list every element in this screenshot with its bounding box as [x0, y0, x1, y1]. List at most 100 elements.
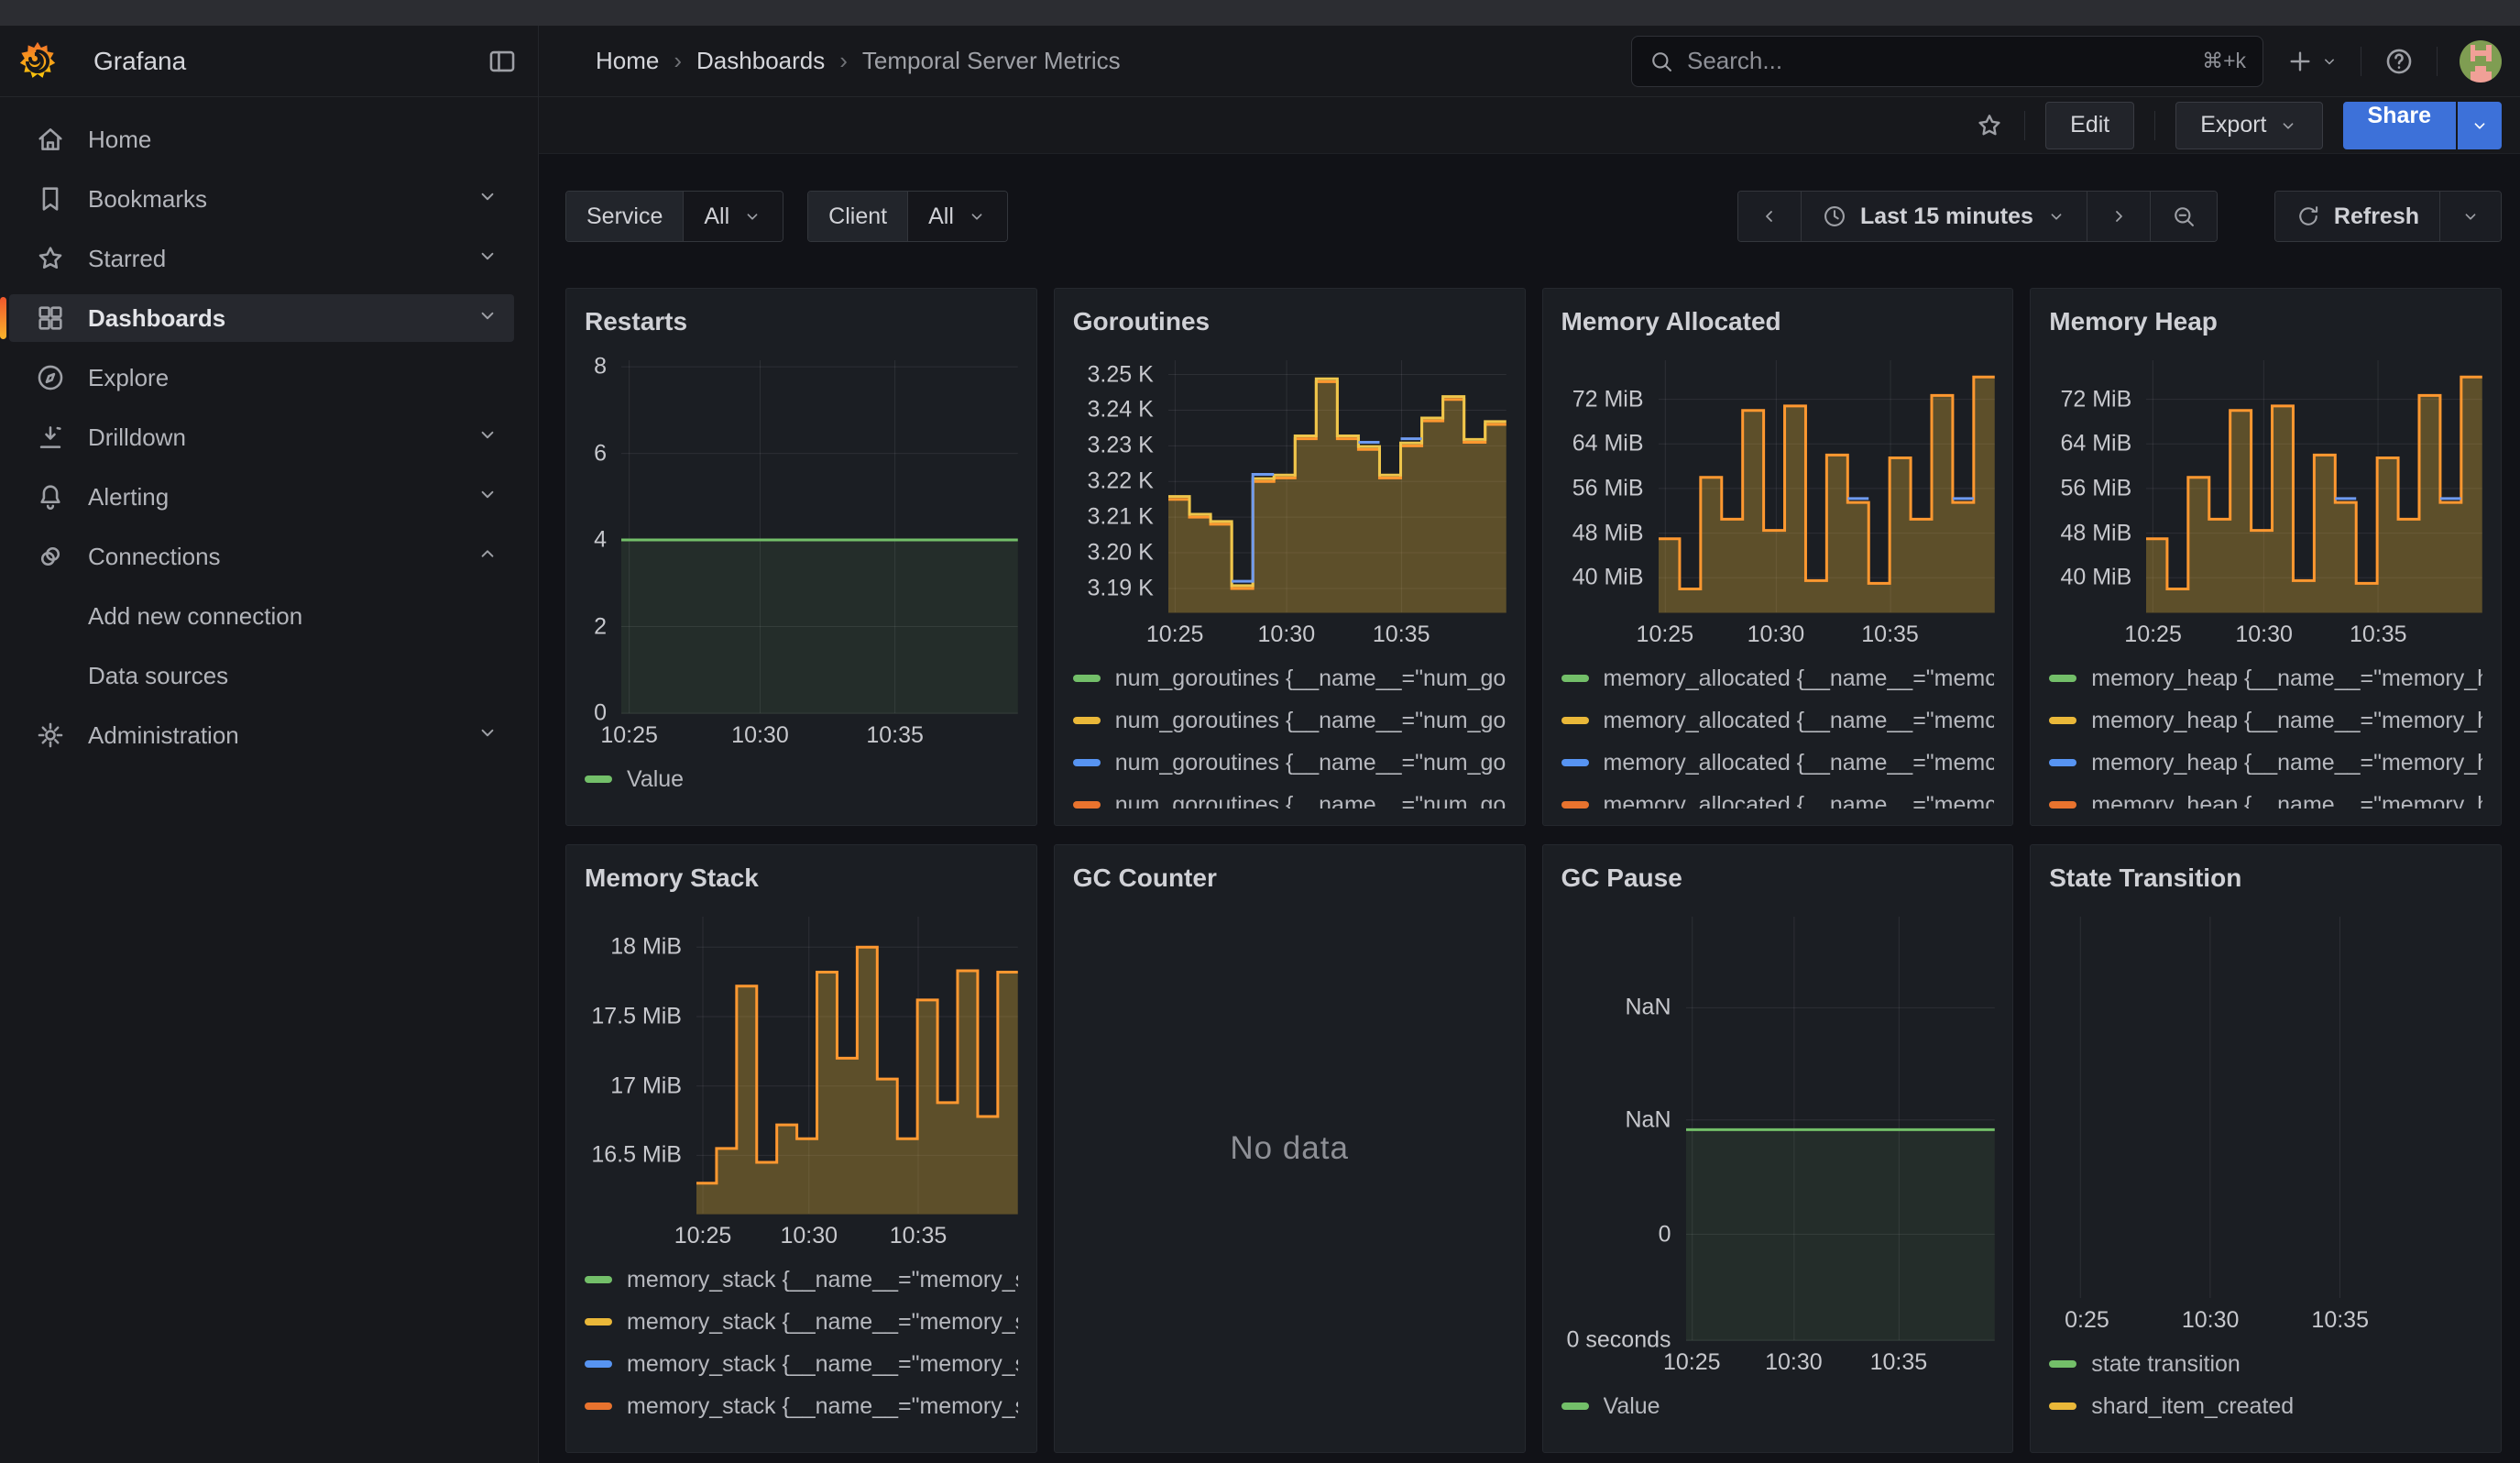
panel-goroutines: Goroutines 3.19 K3.20 K3.21 K3.22 K3.23 K… [1054, 288, 1526, 826]
panel-gc-counter: GC CounterNo data [1054, 844, 1526, 1453]
legend-item[interactable]: num_goroutines {__name__="num_go [1073, 708, 1507, 733]
panel-title[interactable]: State Transition [2049, 864, 2482, 893]
plot-area[interactable]: 40 MiB48 MiB56 MiB64 MiB72 MiB [2146, 360, 2482, 612]
grid-icon [35, 302, 66, 334]
help-icon[interactable] [2383, 46, 2415, 77]
legend-item[interactable]: shard_item_created [2049, 1393, 2482, 1419]
add-button[interactable] [2285, 47, 2339, 76]
filter-row: Service All Client All [565, 191, 2502, 242]
sidebar-item-label: Drilldown [88, 424, 186, 452]
sidebar-item-label: Home [88, 126, 151, 154]
sidebar-item-bookmarks[interactable]: Bookmarks [9, 175, 514, 223]
panel-title[interactable]: GC Pause [1561, 864, 1995, 893]
sidebar-item-connections[interactable]: Connections [9, 533, 514, 580]
y-axis-label: 3.22 K [1087, 468, 1153, 495]
grafana-logo [16, 40, 59, 82]
chevron-down-icon[interactable] [476, 303, 499, 334]
breadcrumb-separator: › [674, 47, 682, 75]
legend-item[interactable]: memory_stack {__name__="memory_s [585, 1309, 1018, 1335]
sidebar-item-alerting[interactable]: Alerting [9, 473, 514, 521]
breadcrumb-dashboards[interactable]: Dashboards [696, 47, 825, 75]
legend-item[interactable]: num_goroutines {__name__="num_go [1073, 750, 1507, 776]
zoom-out-icon [2171, 204, 2197, 229]
legend-item[interactable]: num_goroutines {__name__="num_go [1073, 792, 1507, 808]
plot-area[interactable]: 16.5 MiB17 MiB17.5 MiB18 MiB [696, 917, 1018, 1214]
sidebar-item-drilldown[interactable]: Drilldown [9, 413, 514, 461]
panel-title[interactable]: Memory Stack [585, 864, 1018, 893]
legend-item[interactable]: Value [1561, 1393, 1995, 1419]
plot-area[interactable]: 40 MiB48 MiB56 MiB64 MiB72 MiB [1659, 360, 1995, 612]
search-icon [1649, 49, 1674, 74]
sidebar-item-administration[interactable]: Administration [9, 711, 514, 759]
legend-item[interactable]: memory_stack {__name__="memory_s [585, 1351, 1018, 1377]
favorite-star-icon[interactable] [1975, 111, 2004, 140]
legend-item[interactable]: Value [585, 766, 1018, 792]
chevron-down-icon[interactable] [476, 482, 499, 512]
sidebar-item-home[interactable]: Home [9, 116, 514, 163]
legend-item[interactable]: memory_allocated {__name__="memc [1561, 792, 1995, 808]
share-menu-button[interactable] [2458, 102, 2502, 149]
sidebar-item-starred[interactable]: Starred [9, 235, 514, 282]
sidebar-item-explore[interactable]: Explore [9, 354, 514, 402]
y-axis-label: 48 MiB [1572, 520, 1644, 546]
plot-area[interactable]: 3.19 K3.20 K3.21 K3.22 K3.23 K3.24 K3.25… [1168, 360, 1507, 612]
x-axis: 10:2510:3010:35 [2146, 612, 2482, 653]
zoom-out-button[interactable] [2150, 192, 2217, 241]
legend-item[interactable]: memory_heap {__name__="memory_h [2049, 792, 2482, 808]
legend: memory_stack {__name__="memory_s memory_s… [585, 1267, 1018, 1436]
time-forward-button[interactable] [2087, 192, 2150, 241]
chevron-down-icon[interactable] [476, 184, 499, 214]
refresh-button[interactable]: Refresh [2275, 192, 2439, 241]
service-filter-value[interactable]: All [683, 192, 783, 241]
panel-title[interactable]: Memory Allocated [1561, 307, 1995, 336]
breadcrumb-home[interactable]: Home [596, 47, 659, 75]
legend-item[interactable]: memory_stack {__name__="memory_s [585, 1393, 1018, 1419]
legend-item[interactable]: memory_heap {__name__="memory_h [2049, 750, 2482, 776]
collapse-sidebar-icon[interactable] [487, 46, 518, 77]
chevron-down-icon [2470, 116, 2490, 136]
plot-area[interactable]: 0 seconds0NaNNaN [1686, 917, 1995, 1340]
client-filter-value[interactable]: All [907, 192, 1007, 241]
y-axis-label: 3.23 K [1087, 433, 1153, 459]
sidebar-item-add-new-connection[interactable]: Add new connection [9, 592, 514, 640]
legend-item[interactable]: memory_allocated {__name__="memc [1561, 750, 1995, 776]
plot-area[interactable]: 02468 [621, 360, 1018, 713]
panel-title[interactable]: Goroutines [1073, 307, 1507, 336]
chevron-up-icon[interactable] [476, 542, 499, 572]
sidebar-item-label: Starred [88, 245, 166, 273]
y-axis-label: NaN [1625, 995, 1671, 1021]
search-input[interactable]: Search... ⌘+k [1631, 36, 2263, 87]
legend: memory_allocated {__name__="memc memory_a… [1561, 666, 1995, 808]
time-back-button[interactable] [1738, 192, 1801, 241]
chevron-down-icon[interactable] [476, 720, 499, 751]
sidebar-item-data-sources[interactable]: Data sources [9, 652, 514, 699]
chevron-down-icon[interactable] [476, 423, 499, 453]
legend-item[interactable]: state transition [2049, 1351, 2482, 1377]
chart: 40 MiB48 MiB56 MiB64 MiB72 MiB10:2510:30… [1561, 360, 1995, 653]
legend-series-marker [1561, 1402, 1589, 1410]
time-range-picker[interactable]: Last 15 minutes [1801, 192, 2087, 241]
edit-button[interactable]: Edit [2045, 102, 2134, 149]
avatar[interactable] [2460, 40, 2502, 82]
legend-item[interactable]: num_goroutines {__name__="num_go [1073, 666, 1507, 691]
refresh-group: Refresh [2274, 191, 2502, 242]
bell-icon [35, 481, 66, 512]
legend-item[interactable]: memory_heap {__name__="memory_h [2049, 708, 2482, 733]
legend-item[interactable]: memory_stack {__name__="memory_s [585, 1267, 1018, 1292]
legend-item[interactable]: memory_heap {__name__="memory_h [2049, 666, 2482, 691]
panel-title[interactable]: Restarts [585, 307, 1018, 336]
sidebar-item-dashboards[interactable]: Dashboards [9, 294, 514, 342]
x-axis-label: 10:35 [2350, 622, 2407, 648]
panel-title[interactable]: Memory Heap [2049, 307, 2482, 336]
share-button[interactable]: Share [2343, 102, 2456, 149]
dashboard-canvas: Service All Client All [539, 154, 2520, 1463]
chevron-down-icon[interactable] [476, 244, 499, 274]
legend-item[interactable]: memory_allocated {__name__="memc [1561, 666, 1995, 691]
plot-area[interactable] [2064, 917, 2482, 1298]
sidebar-item-label: Explore [88, 364, 169, 392]
legend-series-marker [1561, 801, 1589, 808]
time-controls: Last 15 minutes Refresh [1737, 191, 2502, 242]
refresh-interval-button[interactable] [2439, 192, 2501, 241]
export-button[interactable]: Export [2175, 102, 2322, 149]
legend-item[interactable]: memory_allocated {__name__="memc [1561, 708, 1995, 733]
